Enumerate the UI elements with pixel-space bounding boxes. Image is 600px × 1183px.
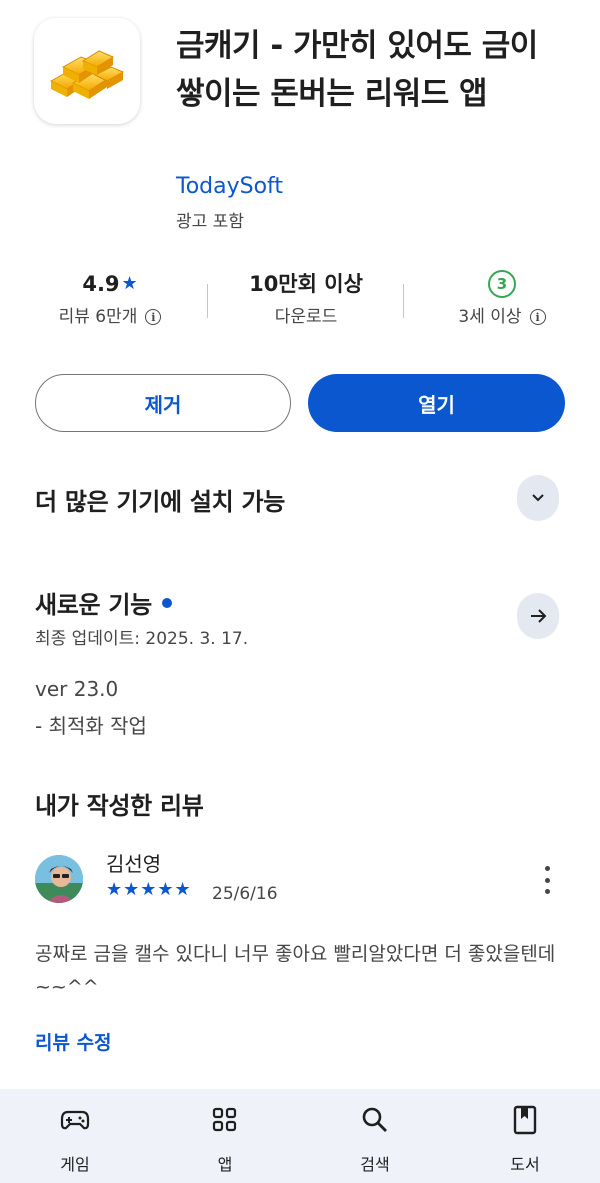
gamepad-icon	[60, 1110, 90, 1130]
downloads-value: 10만회 이상	[249, 272, 363, 296]
new-indicator-dot	[161, 598, 172, 608]
remove-button[interactable]: 제거	[35, 374, 291, 432]
expand-button[interactable]	[517, 475, 559, 521]
nav-label: 검색	[360, 1155, 390, 1174]
ads-note: 광고 포함	[176, 212, 244, 232]
divider	[207, 284, 208, 318]
nav-item-search[interactable]: 검색	[300, 1089, 450, 1183]
open-button[interactable]: 열기	[308, 374, 565, 432]
stats-row: 4.9 ★ 리뷰 6만개 i 10만회 이상 다운로드 3 3세 이상 i	[0, 266, 600, 336]
divider	[403, 284, 404, 318]
whats-new-arrow-button[interactable]	[517, 593, 559, 639]
whats-new-label: 새로운 기능	[35, 591, 152, 619]
reviewer-photo	[35, 855, 83, 903]
bookmark-icon	[513, 1105, 537, 1135]
apps-grid-icon	[212, 1107, 237, 1132]
star-icon: ★	[121, 273, 138, 294]
info-icon[interactable]: i	[145, 309, 162, 325]
nav-item-games[interactable]: 게임	[0, 1089, 150, 1183]
review-date: 25/6/16	[212, 884, 278, 904]
review-count: 리뷰 6만개	[58, 307, 138, 327]
review-text: 공짜로 금을 캘수 있다니 너무 좋아요 빨리알았다면 더 좋았을텐데~~^^	[35, 943, 556, 998]
version-text: ver 23.0	[35, 677, 119, 701]
app-title: 금캐기 - 가만히 있어도 금이 쌓이는 돈버는 리워드 앱	[176, 28, 538, 112]
arrow-right-icon	[531, 609, 547, 623]
avatar	[35, 855, 83, 903]
downloads-label: 다운로드	[274, 307, 338, 327]
age-badge-icon: 3	[488, 270, 516, 298]
chevron-down-icon	[532, 494, 544, 502]
nav-label: 도서	[510, 1155, 540, 1174]
more-devices-title: 더 많은 기기에 설치 가능	[35, 488, 286, 516]
bottom-nav: 게임 앱 검색 도서	[0, 1089, 600, 1183]
gold-bars-icon	[49, 50, 125, 99]
app-icon	[34, 18, 140, 124]
rating-value: 4.9	[82, 272, 120, 296]
age-rating-stat[interactable]: 3 3세 이상 i	[422, 266, 582, 332]
edit-review-link[interactable]: 리뷰 수정	[35, 1028, 112, 1055]
info-icon[interactable]: i	[529, 309, 546, 325]
release-notes: - 최적화 작업	[35, 714, 147, 738]
more-vert-icon[interactable]	[537, 866, 557, 894]
nav-item-apps[interactable]: 앱	[150, 1089, 300, 1183]
reviewer-name: 김선영	[106, 852, 162, 876]
review-stars: ★★★★★	[106, 879, 192, 900]
last-updated: 최종 업데이트: 2025. 3. 17.	[35, 629, 249, 649]
search-icon	[362, 1107, 387, 1132]
rating-stat[interactable]: 4.9 ★ 리뷰 6만개 i	[30, 266, 190, 332]
downloads-stat: 10만회 이상 다운로드	[226, 266, 386, 332]
nav-label: 앱	[217, 1155, 233, 1174]
nav-label: 게임	[60, 1155, 90, 1174]
age-label: 3세 이상	[458, 307, 522, 327]
nav-item-books[interactable]: 도서	[450, 1089, 600, 1183]
my-review-title: 내가 작성한 리뷰	[35, 792, 204, 820]
whats-new-title: 새로운 기능	[35, 585, 172, 620]
developer-link[interactable]: TodaySoft	[176, 174, 283, 199]
